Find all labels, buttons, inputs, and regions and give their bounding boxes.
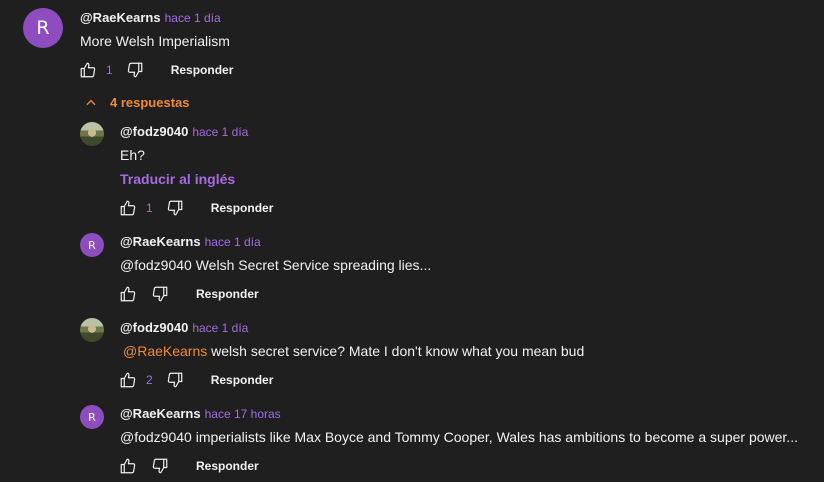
thumbs-down-icon: [152, 286, 168, 302]
dislike-button[interactable]: [125, 60, 145, 80]
dislike-button[interactable]: [165, 370, 185, 390]
replies-toggle-button[interactable]: 4 respuestas: [84, 95, 190, 110]
thumbs-up-icon: [120, 372, 136, 388]
thumbs-down-icon: [167, 200, 183, 216]
user-mention-link[interactable]: @RaeKearns: [123, 343, 207, 359]
author-name[interactable]: @RaeKearns: [120, 406, 201, 421]
comment-timestamp[interactable]: hace 17 horas: [205, 407, 281, 421]
comment-timestamp[interactable]: hace 1 día: [192, 321, 248, 335]
comment-actions: 1 Responder: [118, 198, 273, 218]
dislike-button[interactable]: [150, 456, 170, 476]
avatar[interactable]: [80, 122, 104, 146]
comment-timestamp[interactable]: hace 1 día: [205, 235, 261, 249]
comment-actions: Responder: [118, 456, 259, 476]
comment-text: @RaeKearns welsh secret service? Mate I …: [120, 343, 584, 359]
like-button[interactable]: [78, 60, 98, 80]
like-button[interactable]: [118, 284, 138, 304]
thumbs-down-icon: [167, 372, 183, 388]
like-button[interactable]: [118, 198, 138, 218]
comment-author[interactable]: @RaeKearns hace 1 día: [120, 234, 261, 249]
reply-button[interactable]: Responder: [211, 373, 274, 387]
author-name[interactable]: @fodz9040: [120, 320, 188, 335]
comment-text-body: welsh secret service? Mate I don't know …: [207, 343, 585, 359]
chevron-up-icon: [86, 99, 96, 105]
like-count: 1: [146, 201, 153, 215]
thumbs-up-icon: [120, 286, 136, 302]
comment-text: @fodz9040 imperialists like Max Boyce an…: [120, 429, 798, 445]
comment-author[interactable]: @RaeKearns hace 1 día: [80, 10, 221, 25]
avatar[interactable]: [80, 318, 104, 342]
like-button[interactable]: [118, 456, 138, 476]
comment-text: More Welsh Imperialism: [80, 33, 230, 49]
comment-text: @fodz9040 Welsh Secret Service spreading…: [120, 257, 432, 273]
comment-timestamp[interactable]: hace 1 día: [192, 125, 248, 139]
author-name[interactable]: @fodz9040: [120, 124, 188, 139]
comment-author[interactable]: @fodz9040 hace 1 día: [120, 320, 248, 335]
avatar[interactable]: R: [80, 405, 104, 429]
avatar[interactable]: R: [80, 233, 104, 257]
thumbs-down-icon: [127, 62, 143, 78]
comment-text: Eh?: [120, 147, 145, 163]
avatar[interactable]: R: [23, 8, 63, 48]
thumbs-up-icon: [120, 458, 136, 474]
author-name[interactable]: @RaeKearns: [80, 10, 161, 25]
comment-author[interactable]: @RaeKearns hace 17 horas: [120, 406, 281, 421]
comment-actions: 1 Responder: [78, 60, 233, 80]
like-button[interactable]: [118, 370, 138, 390]
reply-button[interactable]: Responder: [196, 459, 259, 473]
translate-link[interactable]: Traducir al inglés: [120, 171, 235, 187]
replies-count-label: 4 respuestas: [110, 95, 190, 110]
comment-actions: 2 Responder: [118, 370, 273, 390]
comment-timestamp[interactable]: hace 1 día: [165, 11, 221, 25]
reply-button[interactable]: Responder: [211, 201, 274, 215]
reply-button[interactable]: Responder: [196, 287, 259, 301]
thumbs-up-icon: [80, 62, 96, 78]
like-count: 2: [146, 373, 153, 387]
thumbs-up-icon: [120, 200, 136, 216]
comment-author[interactable]: @fodz9040 hace 1 día: [120, 124, 248, 139]
like-count: 1: [106, 63, 113, 77]
dislike-button[interactable]: [165, 198, 185, 218]
author-name[interactable]: @RaeKearns: [120, 234, 201, 249]
reply-button[interactable]: Responder: [171, 63, 234, 77]
thumbs-down-icon: [152, 458, 168, 474]
dislike-button[interactable]: [150, 284, 170, 304]
comment-actions: Responder: [118, 284, 259, 304]
